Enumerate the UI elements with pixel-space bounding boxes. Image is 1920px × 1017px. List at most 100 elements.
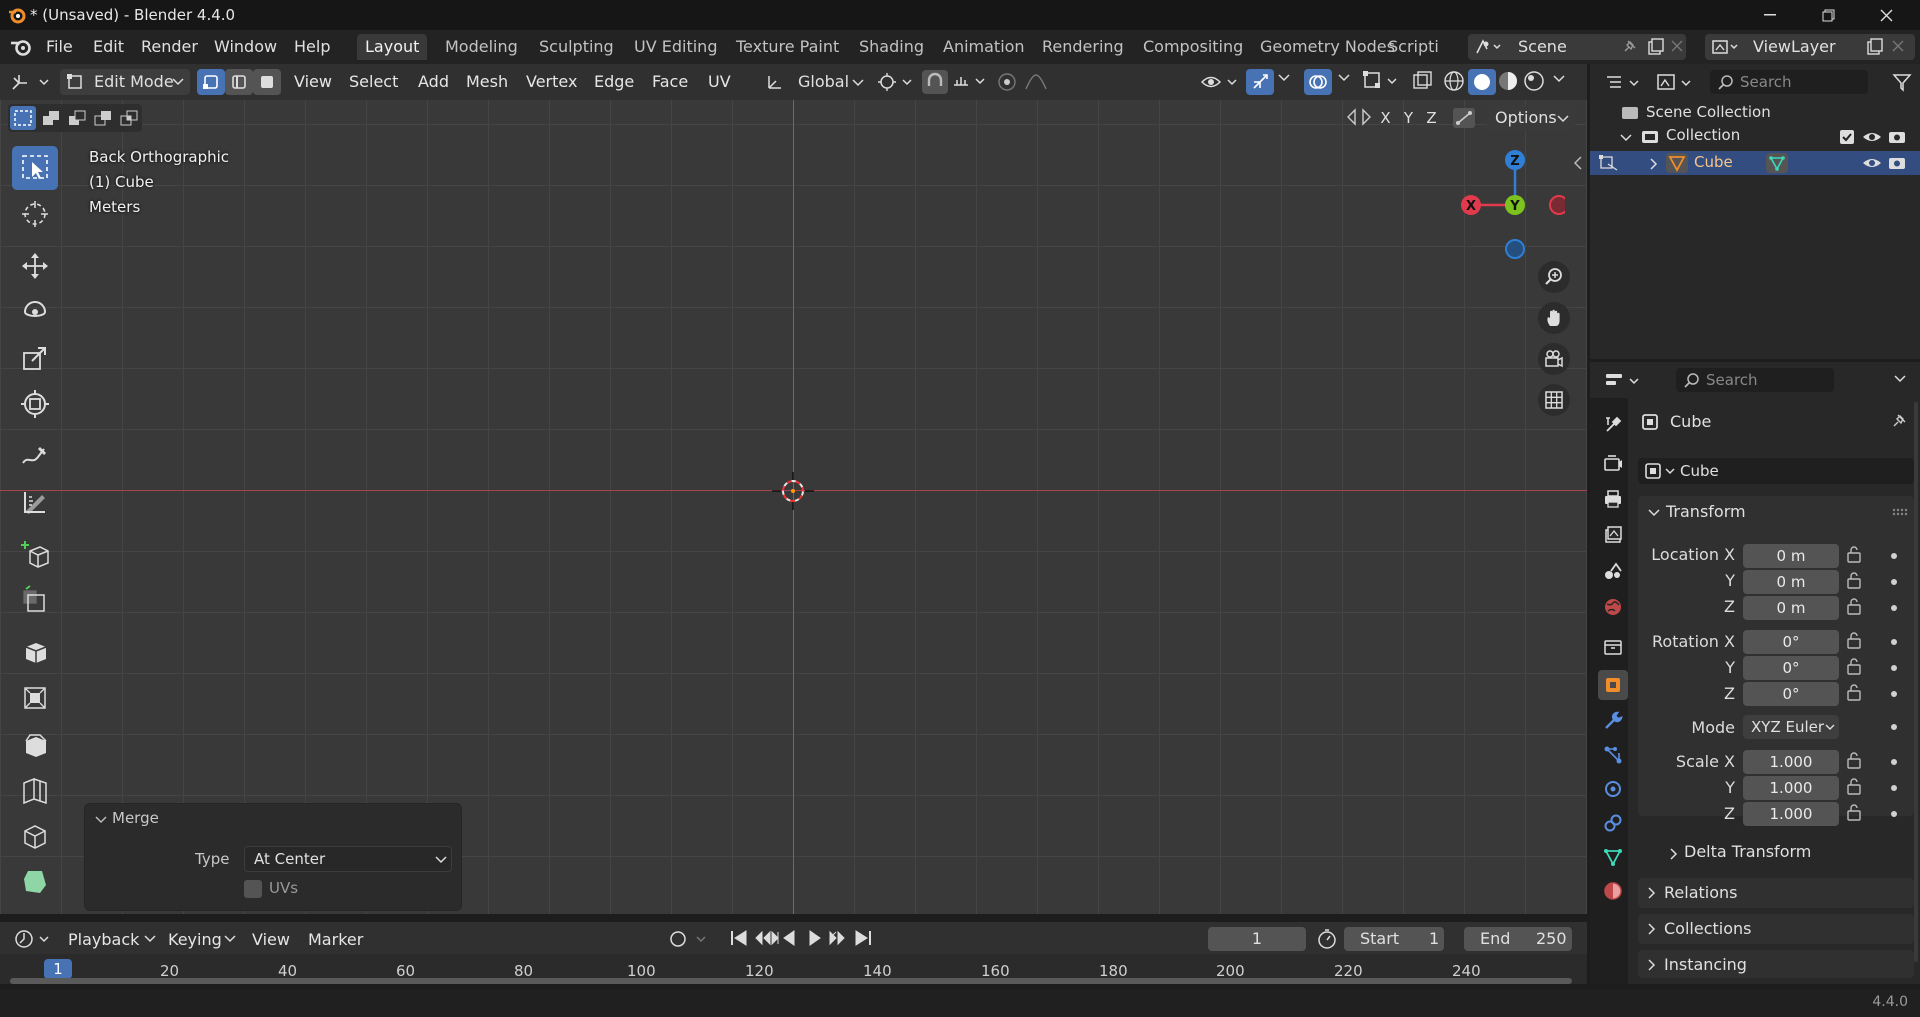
knife-tool[interactable] — [12, 768, 58, 812]
menu-mesh[interactable]: Mesh — [460, 69, 514, 95]
annotate-tool[interactable] — [12, 434, 58, 478]
spin-tool[interactable] — [12, 860, 58, 904]
menu-playback[interactable]: Playback — [62, 927, 145, 953]
auto-merge-icon[interactable] — [1452, 107, 1476, 129]
loop-cut-tool[interactable] — [12, 722, 58, 766]
menu-edge[interactable]: Edge — [588, 69, 640, 95]
delete-scene-icon[interactable] — [1670, 39, 1684, 53]
select-intersect-button[interactable] — [116, 106, 142, 130]
xray-icon[interactable] — [1412, 70, 1434, 92]
drag-handle-icon[interactable] — [1892, 508, 1908, 518]
start-frame-field[interactable]: Start 1 — [1344, 927, 1444, 951]
mesh-data-icon[interactable] — [1766, 153, 1788, 173]
menu-uv[interactable]: UV — [702, 69, 737, 95]
outliner-search[interactable]: Search — [1710, 70, 1868, 94]
mirror-z-toggle[interactable]: Z — [1420, 106, 1443, 130]
timeline-editor-icon[interactable] — [14, 928, 54, 950]
eye-icon[interactable] — [1862, 155, 1882, 171]
chevron-down-icon[interactable] — [1338, 74, 1350, 82]
scene-selector[interactable]: Scene — [1468, 34, 1686, 60]
chevron-down-icon[interactable] — [1894, 375, 1906, 383]
menu-render[interactable]: Render — [135, 36, 204, 58]
tab-collection[interactable] — [1598, 632, 1628, 662]
tab-animation[interactable]: Animation — [935, 34, 1033, 60]
timeline-scrollbar[interactable] — [10, 978, 1572, 984]
snap-target-icon[interactable] — [952, 71, 988, 91]
render-camera-icon[interactable] — [1888, 155, 1906, 171]
editor-type-icon[interactable] — [10, 71, 54, 93]
mirror-x-toggle[interactable]: X — [1374, 106, 1397, 130]
add-cube-tool[interactable] — [12, 532, 58, 576]
camera-view-button[interactable] — [1538, 343, 1570, 375]
menu-keying[interactable]: Keying — [162, 927, 228, 953]
end-frame-field[interactable]: End 250 — [1464, 927, 1572, 951]
measure-tool[interactable] — [12, 480, 58, 524]
mirror-y-toggle[interactable]: Y — [1397, 106, 1420, 130]
chevron-down-icon[interactable] — [1620, 134, 1632, 142]
tab-output[interactable] — [1598, 484, 1628, 514]
orientation-selector[interactable]: Global — [762, 69, 868, 95]
tab-physics[interactable] — [1598, 774, 1628, 804]
tab-particles[interactable] — [1598, 740, 1628, 770]
properties-search[interactable]: Search — [1676, 368, 1834, 392]
3d-cursor-icon[interactable] — [768, 470, 818, 512]
render-camera-icon[interactable] — [1888, 129, 1906, 145]
tab-constraints[interactable] — [1598, 808, 1628, 838]
pivot-point-icon[interactable] — [878, 72, 914, 92]
poly-build-tool[interactable] — [12, 814, 58, 858]
tab-material[interactable] — [1598, 876, 1628, 906]
location-z-field[interactable]: 0 m — [1743, 596, 1839, 620]
scale-tool[interactable] — [12, 336, 58, 380]
object-browse-icon[interactable] — [1644, 462, 1678, 480]
menu-marker[interactable]: Marker — [302, 927, 369, 953]
chevron-down-icon[interactable] — [1648, 509, 1660, 517]
tab-sculpting[interactable]: Sculpting — [531, 34, 622, 60]
select-box-tool[interactable] — [12, 146, 58, 190]
location-y-field[interactable]: 0 m — [1743, 570, 1839, 594]
pin-icon[interactable] — [1620, 38, 1638, 56]
instancing-section[interactable]: Instancing — [1638, 950, 1914, 978]
tab-scene[interactable] — [1598, 556, 1628, 586]
mirror-icon[interactable] — [1344, 104, 1374, 130]
visibility-icon[interactable] — [1200, 71, 1240, 93]
solid-shading-button[interactable] — [1468, 69, 1496, 95]
properties-scrollbar[interactable] — [1914, 402, 1918, 962]
edge-select-button[interactable] — [225, 69, 253, 95]
gizmo-neg-x-handle[interactable] — [1549, 195, 1565, 215]
scale-z-field[interactable]: 1.000 — [1743, 802, 1839, 826]
rotation-x-field[interactable]: 0° — [1743, 630, 1839, 654]
extrude-region-tool[interactable] — [12, 578, 58, 622]
timeline-ruler[interactable]: 1 20 40 60 80 100 120 140 160 180 200 22… — [0, 954, 1587, 984]
tab-render[interactable] — [1598, 448, 1628, 478]
select-subtract-button[interactable] — [64, 106, 90, 130]
rotation-y-field[interactable]: 0° — [1743, 656, 1839, 680]
zoom-button[interactable] — [1538, 261, 1570, 293]
face-select-button[interactable] — [253, 69, 281, 95]
tab-compositing[interactable]: Compositing — [1135, 34, 1251, 60]
menu-timeline-view[interactable]: View — [246, 927, 296, 953]
properties-editor-icon[interactable] — [1604, 370, 1644, 392]
relations-section[interactable]: Relations — [1638, 878, 1914, 908]
new-scene-icon[interactable] — [1646, 37, 1666, 57]
3d-viewport[interactable]: Back Orthographic (1) Cube Meters X Y Z … — [0, 100, 1587, 914]
current-frame-field[interactable]: 1 — [1208, 927, 1306, 951]
material-shading-icon[interactable] — [1497, 70, 1519, 92]
vertex-select-button[interactable] — [197, 69, 225, 95]
minimize-button[interactable] — [1742, 0, 1798, 30]
tab-modifiers[interactable] — [1598, 706, 1628, 736]
tab-shading[interactable]: Shading — [851, 34, 932, 60]
tab-rendering[interactable]: Rendering — [1034, 34, 1132, 60]
wireframe-shading-icon[interactable] — [1443, 70, 1465, 92]
playhead-marker[interactable]: 1 — [44, 959, 72, 979]
object-name-field[interactable]: Cube — [1638, 458, 1914, 484]
scene-collection-label[interactable]: Scene Collection — [1646, 103, 1771, 121]
filter-icon[interactable] — [1892, 72, 1912, 92]
menu-file[interactable]: File — [40, 36, 79, 58]
tab-scripting[interactable]: Scripti — [1380, 34, 1458, 60]
view-layer-selector[interactable]: ViewLayer — [1705, 34, 1915, 60]
object-label[interactable]: Cube — [1694, 153, 1733, 171]
eye-icon[interactable] — [1862, 129, 1882, 145]
transform-panel-title[interactable]: Transform — [1666, 502, 1746, 521]
auto-keying-icon[interactable] — [669, 930, 709, 948]
bevel-tool[interactable] — [12, 676, 58, 720]
